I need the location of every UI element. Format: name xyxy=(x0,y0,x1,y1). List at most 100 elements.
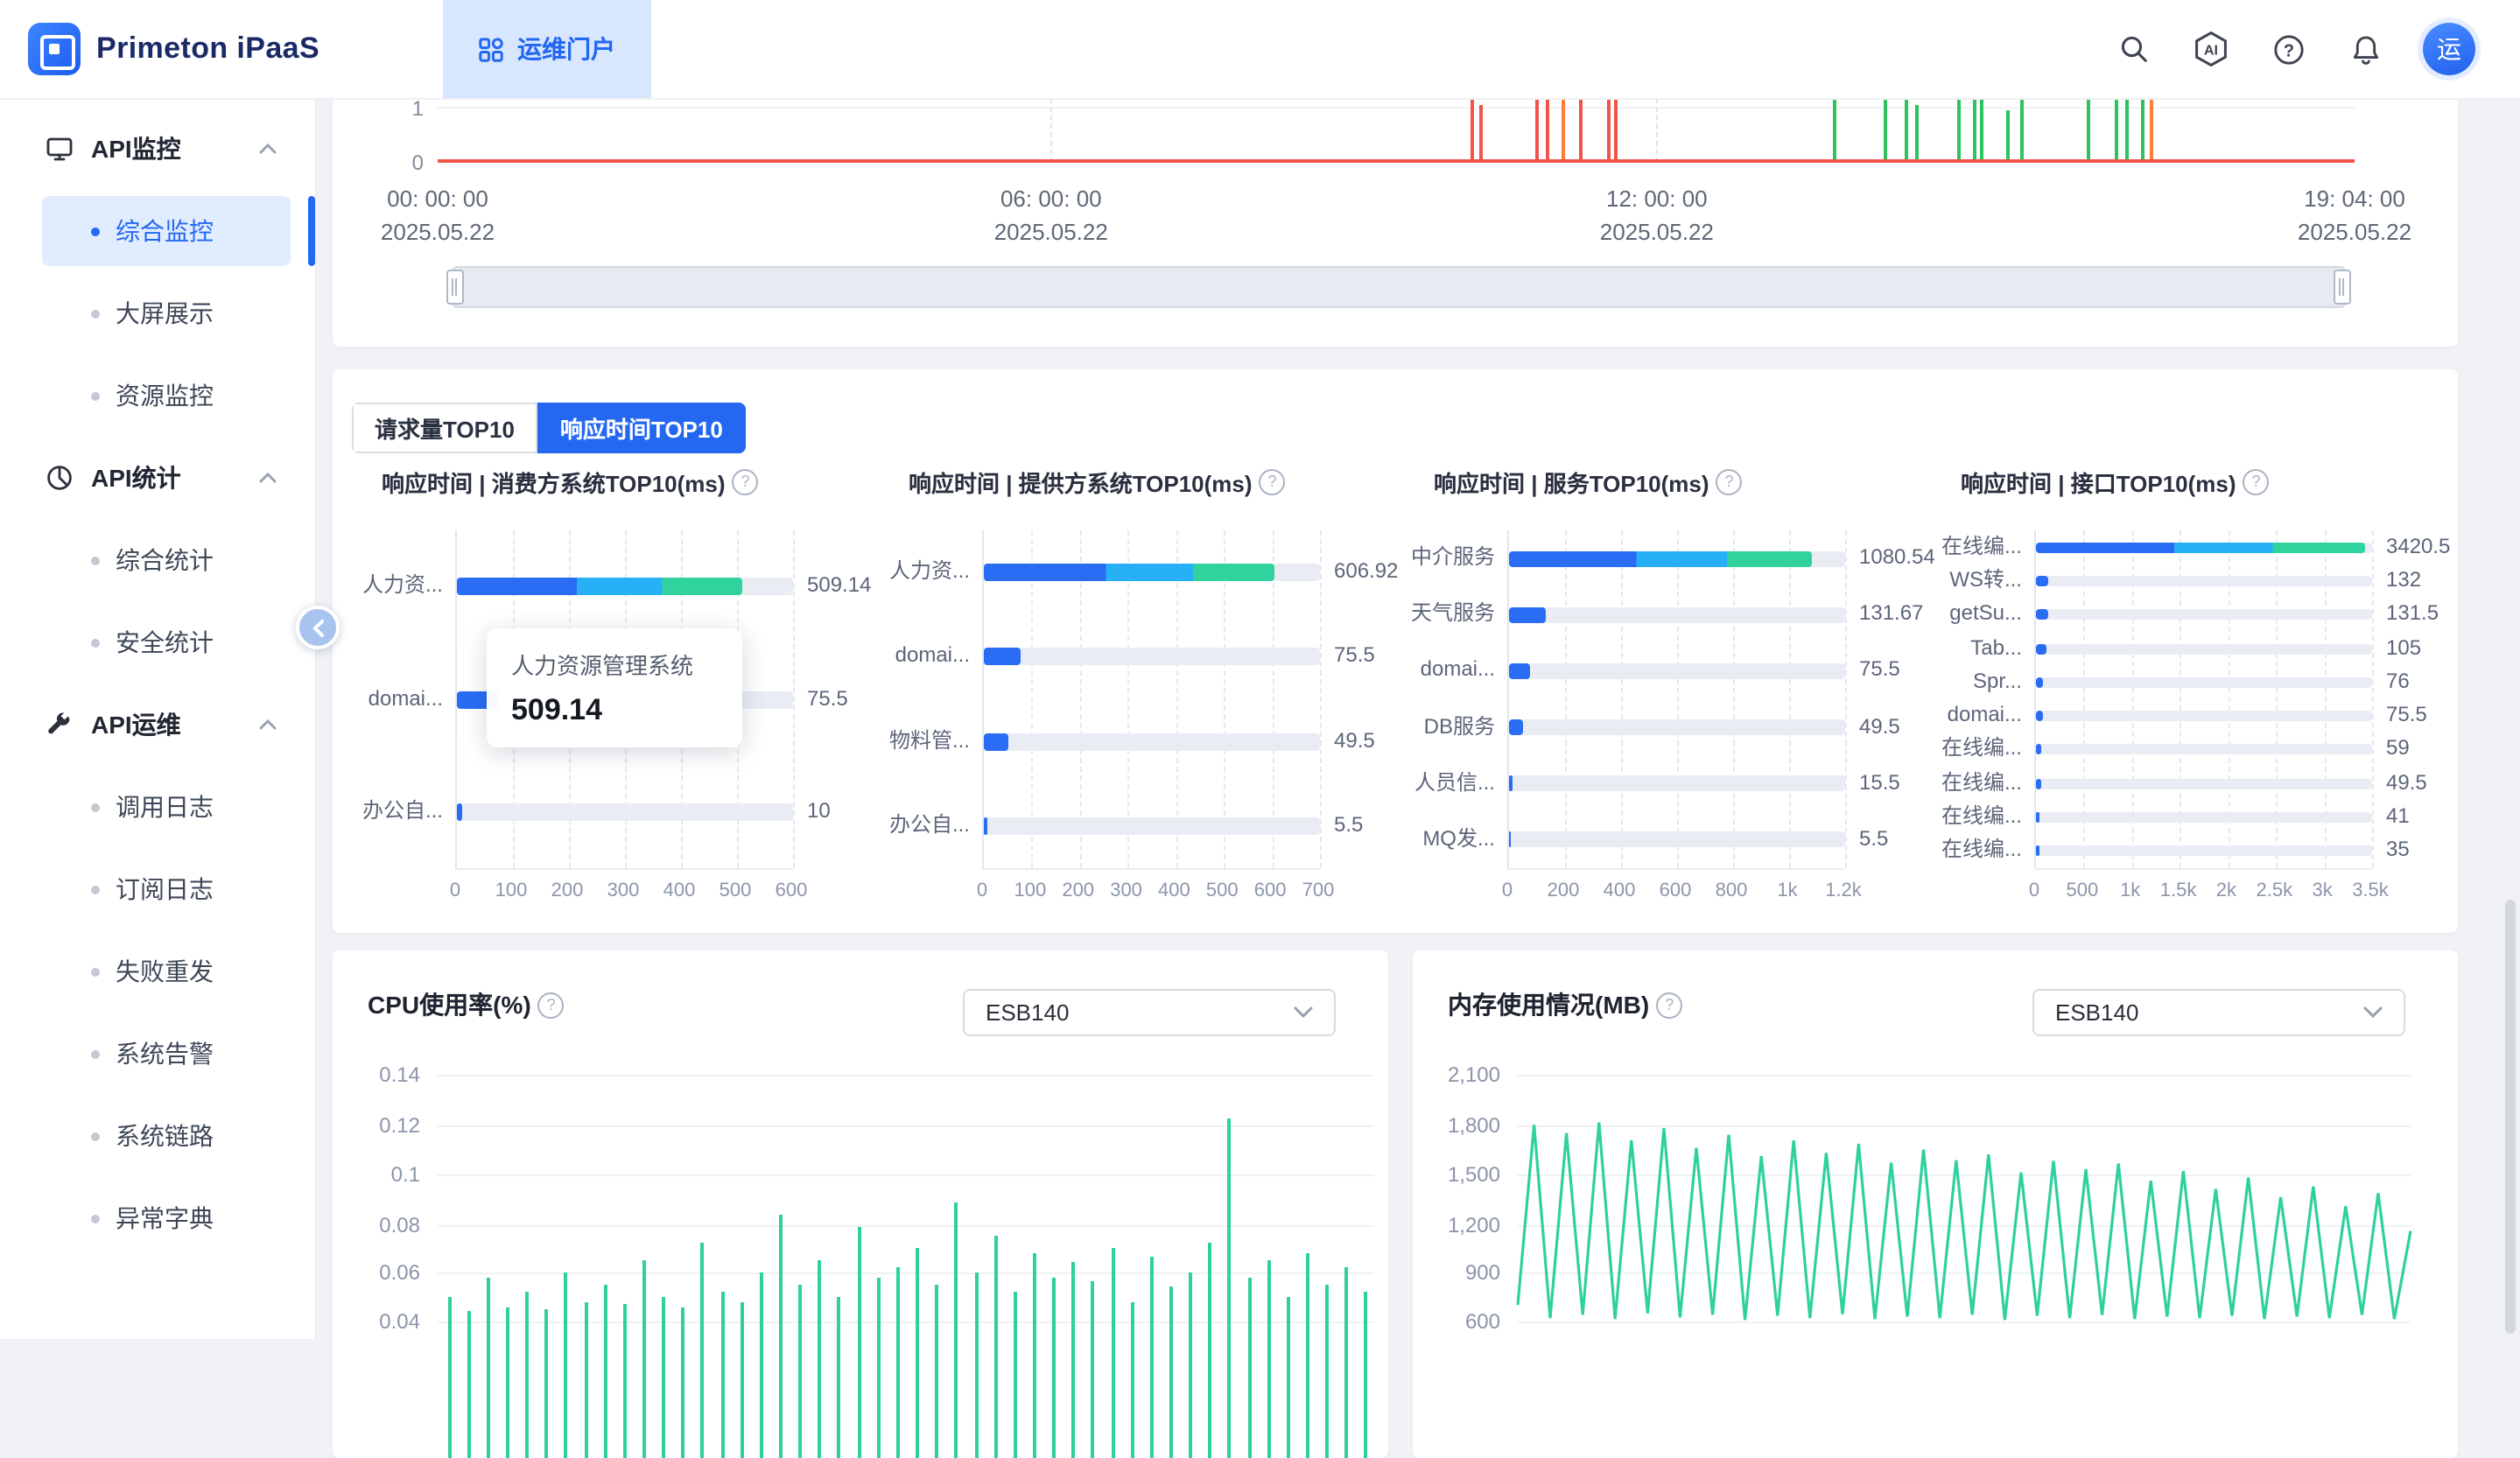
bar-value-label: 132 xyxy=(2386,567,2421,593)
bar-fill[interactable] xyxy=(1509,832,1511,848)
bar-category-label: WS转... xyxy=(1949,567,2022,593)
bar-fill[interactable] xyxy=(2036,812,2039,823)
y-axis-tick: 0 xyxy=(382,151,424,175)
bar-fill[interactable] xyxy=(2036,576,2048,586)
sidebar-group-api-ops[interactable]: API运维 xyxy=(0,686,315,763)
sidebar-item-label: 大屏展示 xyxy=(116,296,214,331)
sidebar-group-api-monitor[interactable]: API监控 xyxy=(0,110,315,187)
sidebar-item-security-stats[interactable]: 安全统计 xyxy=(0,604,315,681)
bar-fill[interactable] xyxy=(2036,677,2043,688)
bar-fill[interactable] xyxy=(2036,610,2048,620)
sidebar-item-failure-resend[interactable]: 失败重发 xyxy=(0,933,315,1010)
y-axis-tick: 1,500 xyxy=(1413,1162,1500,1187)
timeline-chart-card: 1 0 00: 00: 002025.05.2206: 00: 002025.0… xyxy=(333,98,2458,347)
sidebar-item-system-links[interactable]: 系统链路 xyxy=(0,1097,315,1174)
page-scrollbar[interactable] xyxy=(2505,900,2516,1334)
app-window: Primeton iPaaS 运维门户 AI xyxy=(0,0,2520,1339)
help-icon[interactable]: ? xyxy=(2269,30,2307,68)
memory-line-chart xyxy=(1518,1055,2411,1458)
x-axis-tick: 700 xyxy=(1302,880,1335,901)
tab-ops-portal[interactable]: 运维门户 xyxy=(442,0,650,98)
tab-response-top10[interactable]: 响应时间TOP10 xyxy=(537,403,746,453)
ai-assistant-icon[interactable]: AI xyxy=(2192,30,2230,68)
x-axis-label-date: 2025.05.22 xyxy=(381,215,495,249)
timeline-spike xyxy=(2142,98,2145,161)
cpu-spike xyxy=(623,1304,627,1458)
bar-track xyxy=(2036,711,2372,721)
info-icon: ? xyxy=(1260,469,1286,495)
sidebar-collapse-button[interactable] xyxy=(296,606,340,649)
timeline-baseline xyxy=(438,159,2355,163)
bar-fill[interactable] xyxy=(984,817,986,835)
sidebar-item-subscribe-logs[interactable]: 订阅日志 xyxy=(0,851,315,928)
sidebar-item-system-alerts[interactable]: 系统告警 xyxy=(0,1015,315,1092)
memory-instance-select[interactable]: ESB140 xyxy=(2032,989,2405,1036)
chart-title-text: 响应时间 | 消费方系统TOP10(ms) xyxy=(382,466,726,499)
bar-fill[interactable] xyxy=(1509,550,1812,566)
cpu-spike xyxy=(1169,1287,1173,1458)
bar-fill[interactable] xyxy=(2036,779,2040,789)
bar-fill[interactable] xyxy=(2036,643,2046,654)
datazoom-slider[interactable] xyxy=(452,266,2346,308)
timeline-spike xyxy=(2124,98,2128,161)
tooltip-title: 人力资源管理系统 xyxy=(511,648,718,681)
cpu-spike xyxy=(1345,1267,1349,1458)
sidebar-item-label: 调用日志 xyxy=(116,789,214,824)
logo-text: Primeton iPaaS xyxy=(96,32,319,67)
bell-icon[interactable] xyxy=(2346,30,2384,68)
sidebar-item-call-logs[interactable]: 调用日志 xyxy=(0,768,315,845)
datazoom-right-handle[interactable] xyxy=(2334,270,2351,305)
sidebar-item-error-dictionary[interactable]: 异常字典 xyxy=(0,1180,315,1257)
x-axis-tick: 200 xyxy=(1548,880,1580,901)
bar-value-label: 1080.54 xyxy=(1859,544,1935,571)
cpu-spike xyxy=(1071,1262,1075,1458)
gridline xyxy=(438,1125,1374,1127)
bar-track xyxy=(1509,719,1845,735)
response-provider-top10-chart: 响应时间 | 提供方系统TOP10(ms)?人力资...606.92domai.… xyxy=(898,466,1409,929)
bar-fill[interactable] xyxy=(984,733,1007,750)
bullet-dot xyxy=(91,967,100,976)
bullet-dot xyxy=(91,1214,100,1223)
y-axis-tick: 0.06 xyxy=(333,1260,420,1285)
bar-fill[interactable] xyxy=(984,648,1020,666)
bar-category-label: MQ发... xyxy=(1422,826,1495,852)
cpu-spike xyxy=(467,1312,470,1458)
search-icon[interactable] xyxy=(2115,30,2153,68)
x-axis-ticks: 02004006008001k1.2k xyxy=(1507,880,1843,905)
timeline-spike xyxy=(1915,104,1919,161)
sidebar-item-comprehensive-monitor[interactable]: 综合监控 xyxy=(0,193,315,270)
bar-fill[interactable] xyxy=(2036,542,2364,552)
bar-value-label: 3420.5 xyxy=(2386,533,2450,559)
sidebar-group-api-statistics[interactable]: API统计 xyxy=(0,439,315,516)
bar-fill[interactable] xyxy=(2036,846,2039,857)
gridline xyxy=(438,1272,1374,1274)
datazoom-left-handle[interactable] xyxy=(446,270,464,305)
grid-icon xyxy=(477,36,503,62)
sidebar-item-resource-monitor[interactable]: 资源监控 xyxy=(0,357,315,434)
bar-fill[interactable] xyxy=(1509,719,1523,735)
app-logo[interactable]: Primeton iPaaS xyxy=(0,23,319,75)
bar-fill[interactable] xyxy=(984,564,1275,581)
timeline-spike xyxy=(2150,98,2153,161)
pie-chart-icon xyxy=(46,464,74,492)
sidebar-item-big-screen-display[interactable]: 大屏展示 xyxy=(0,275,315,352)
avatar[interactable]: 运 xyxy=(2423,23,2475,75)
x-axis-tick: 600 xyxy=(1660,880,1692,901)
cpu-instance-select[interactable]: ESB140 xyxy=(963,989,1336,1036)
bar-fill[interactable] xyxy=(457,803,462,821)
info-icon: ? xyxy=(733,469,759,495)
bar-track xyxy=(984,648,1320,666)
bar-fill[interactable] xyxy=(457,578,742,595)
bar-fill[interactable] xyxy=(1509,663,1530,679)
wrench-icon xyxy=(46,711,74,739)
tab-request-top10[interactable]: 请求量TOP10 xyxy=(352,403,537,453)
bar-track xyxy=(984,817,1320,835)
top10-charts-card: 请求量TOP10 响应时间TOP10 响应时间 | 消费方系统TOP10(ms)… xyxy=(333,369,2458,933)
bar-fill[interactable] xyxy=(2036,711,2043,721)
y-axis-tick: 900 xyxy=(1413,1260,1500,1285)
sidebar-item-comprehensive-stats[interactable]: 综合统计 xyxy=(0,522,315,599)
x-axis-tick: 0 xyxy=(977,880,987,901)
x-axis-tick: 500 xyxy=(719,880,752,901)
bar-fill[interactable] xyxy=(1509,607,1546,623)
x-axis-label: 19: 04: 002025.05.22 xyxy=(2298,182,2411,249)
